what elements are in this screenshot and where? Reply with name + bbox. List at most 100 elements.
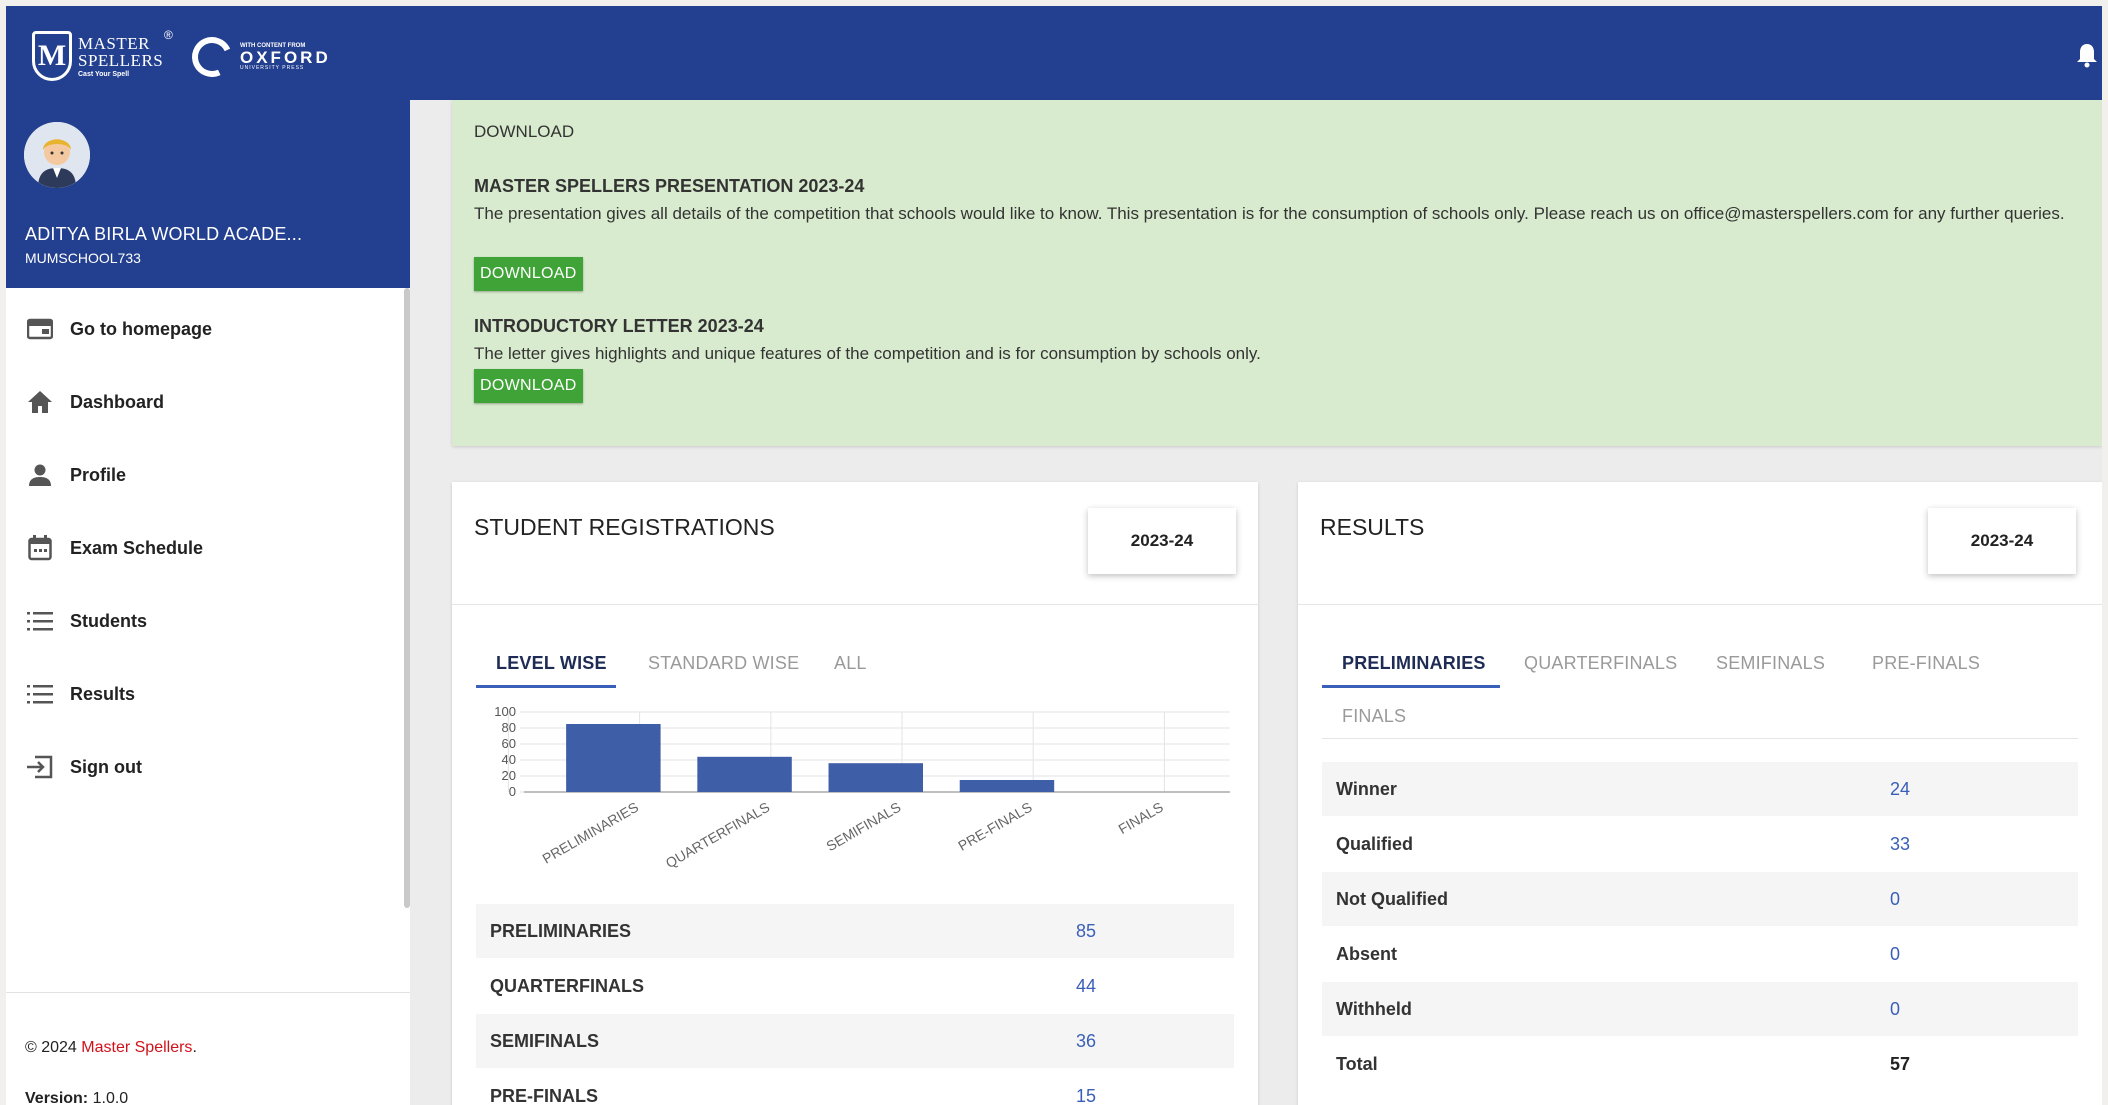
tab-semifinals[interactable]: SEMIFINALS	[1716, 653, 1825, 674]
sidebar-item-sign-out[interactable]: Sign out	[6, 739, 406, 795]
tab-level-wise[interactable]: LEVEL WISE	[496, 653, 607, 674]
avatar[interactable]	[24, 122, 90, 188]
download-letter-button[interactable]: DOWNLOAD	[474, 369, 583, 403]
x-tick-label: FINALS	[1115, 799, 1165, 837]
calendar-icon	[26, 534, 54, 562]
version: Version: 1.0.0	[25, 1090, 128, 1105]
logo-master-text: MASTER	[78, 33, 150, 53]
table-row: PRELIMINARIES 85	[476, 904, 1234, 958]
sidebar-item-label: Results	[70, 683, 136, 704]
sidebar-item-exam-schedule[interactable]: Exam Schedule	[6, 520, 406, 576]
logo-spellers-text: SPELLERS	[78, 50, 164, 70]
row-value-link[interactable]: 15	[1076, 1086, 1096, 1105]
sidebar-item-label: Profile	[70, 464, 127, 485]
results-card: RESULTS 2023-24 PRELIMINARIES QUARTERFIN…	[1298, 482, 2102, 1105]
tab-preliminaries[interactable]: PRELIMINARIES	[1342, 653, 1486, 674]
registered-mark: ®	[164, 28, 173, 42]
table-row: SEMIFINALS 36	[476, 1014, 1234, 1068]
row-label: SEMIFINALS	[490, 1030, 600, 1051]
shield-logo-icon: M	[32, 31, 72, 81]
bar-pre-finals[interactable]	[959, 780, 1055, 792]
copyright-suffix: .	[192, 1039, 197, 1056]
row-value-link[interactable]: 0	[1890, 999, 1900, 1020]
downloads-panel: DOWNLOAD MASTER SPELLERS PRESENTATION 20…	[452, 100, 2102, 446]
row-label: PRE-FINALS	[490, 1085, 598, 1105]
table-row: Withheld 0	[1322, 982, 2078, 1036]
row-value-link[interactable]: 44	[1076, 976, 1096, 997]
row-value-link[interactable]: 24	[1890, 779, 1910, 800]
row-label: Winner	[1336, 778, 1397, 799]
x-tick-label: PRE-FINALS	[955, 799, 1034, 854]
tab-finals[interactable]: FINALS	[1342, 706, 1406, 727]
school-name: ADITYA BIRLA WORLD ACADE...	[25, 224, 303, 244]
sidebar-item-label: Sign out	[70, 756, 142, 777]
student-registrations-card: STUDENT REGISTRATIONS 2023-24 LEVEL WISE…	[452, 482, 1258, 1105]
bar-semifinals[interactable]	[828, 763, 923, 792]
row-label: Withheld	[1336, 998, 1412, 1019]
master-spellers-logo[interactable]: M MASTER SPELLERS Cast Your Spell ®	[32, 28, 177, 84]
registrations-title: STUDENT REGISTRATIONS	[474, 514, 775, 540]
tab-quarterfinals[interactable]: QUARTERFINALS	[1524, 653, 1677, 674]
row-value-link[interactable]: 0	[1890, 889, 1900, 910]
bar-quarterfinals[interactable]	[697, 756, 792, 792]
row-value-link[interactable]: 36	[1076, 1031, 1096, 1052]
list-icon	[26, 607, 54, 635]
sidebar: ADITYA BIRLA WORLD ACADE... MUMSCHOOL733…	[6, 100, 410, 1105]
results-year-selector[interactable]: 2023-24	[1928, 508, 2076, 574]
table-row: Absent 0	[1322, 927, 2078, 981]
sidebar-item-label: Exam Schedule	[70, 537, 204, 558]
row-label: QUARTERFINALS	[490, 975, 644, 996]
downloads-heading: DOWNLOAD	[474, 122, 575, 141]
table-row: Winner 24	[1322, 762, 2078, 816]
sidebar-item-profile[interactable]: Profile	[6, 447, 406, 503]
results-title: RESULTS	[1320, 514, 1425, 540]
tabs-divider	[1322, 738, 2078, 739]
row-value-link[interactable]: 0	[1890, 944, 1900, 965]
card-divider	[452, 604, 1258, 605]
copyright-year: © 2024	[25, 1039, 77, 1056]
home-icon	[26, 388, 54, 416]
row-label: Not Qualified	[1336, 888, 1448, 909]
copyright-brand-link[interactable]: Master Spellers	[81, 1039, 192, 1056]
x-tick-label: SEMIFINALS	[823, 799, 903, 854]
oxford-text: OXFORD	[240, 48, 331, 67]
table-row: QUARTERFINALS 44	[476, 959, 1234, 1013]
tab-standard-wise[interactable]: STANDARD WISE	[648, 653, 799, 674]
sidebar-item-students[interactable]: Students	[6, 593, 406, 649]
sidebar-item-dashboard[interactable]: Dashboard	[6, 374, 406, 430]
row-label: PRELIMINARIES	[490, 920, 632, 941]
row-value-link[interactable]: 85	[1076, 921, 1096, 942]
table-row: Total 57	[1322, 1037, 2078, 1091]
sidebar-scrollbar[interactable]	[404, 288, 410, 908]
tab-pre-finals[interactable]: PRE-FINALS	[1872, 653, 1980, 674]
table-row: Not Qualified 0	[1322, 872, 2078, 926]
person-icon	[26, 461, 54, 489]
letter-description: The letter gives highlights and unique f…	[474, 344, 1261, 363]
presentation-description: The presentation gives all details of th…	[474, 204, 2065, 223]
letter-title: INTRODUCTORY LETTER 2023-24	[474, 316, 764, 336]
bell-icon[interactable]	[2076, 42, 2098, 68]
list-icon	[26, 680, 54, 708]
sidebar-profile-header: ADITYA BIRLA WORLD ACADE... MUMSCHOOL733	[6, 100, 410, 288]
sidebar-item-label: Dashboard	[70, 391, 165, 412]
registrations-bar-chart: 100806040200PRELIMINARIES QUARTERFINALS SE…	[494, 704, 1230, 871]
app-frame: M MASTER SPELLERS Cast Your Spell ® WITH…	[6, 6, 2102, 1105]
version-label: Version:	[25, 1090, 89, 1105]
y-tick-label: 0	[509, 784, 516, 799]
registrations-year-selector[interactable]: 2023-24	[1088, 508, 1236, 574]
x-tick-label: PRELIMINARIES	[539, 799, 641, 867]
tab-all[interactable]: ALL	[834, 653, 867, 674]
row-label: Qualified	[1336, 833, 1414, 854]
sidebar-item-go-to-homepage[interactable]: Go to homepage	[6, 301, 406, 357]
x-tick-label: QUARTERFINALS	[663, 799, 773, 871]
sidebar-item-results[interactable]: Results	[6, 666, 406, 722]
bar-preliminaries[interactable]	[566, 724, 661, 792]
card-divider	[1298, 604, 2102, 605]
download-presentation-button[interactable]: DOWNLOAD	[474, 257, 583, 291]
row-value-link[interactable]: 33	[1890, 834, 1910, 855]
sidebar-divider	[6, 992, 410, 993]
homepage-icon	[26, 315, 54, 343]
oxford-logo-icon	[186, 31, 238, 83]
table-row: PRE-FINALS 15	[476, 1069, 1234, 1105]
version-value: 1.0.0	[92, 1090, 129, 1105]
